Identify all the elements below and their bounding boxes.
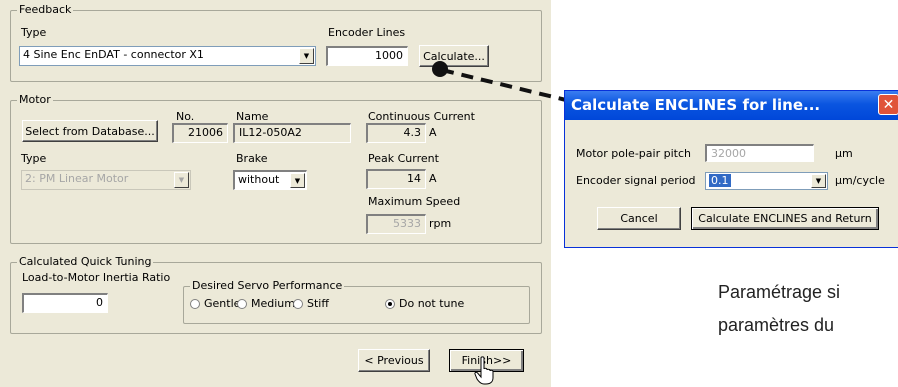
signal-period-unit: µm/cycle	[835, 174, 885, 187]
signal-period-label: Encoder signal period	[576, 174, 696, 187]
cancel-button[interactable]: Cancel	[597, 207, 681, 230]
callout-dashed-line	[441, 68, 567, 102]
pole-pitch-field: 32000	[705, 144, 814, 162]
pole-pitch-label: Motor pole-pair pitch	[576, 147, 691, 160]
caption-line-1: Paramétrage si	[718, 282, 841, 302]
close-icon[interactable]: ✕	[878, 94, 898, 115]
pole-pitch-unit: µm	[835, 147, 853, 160]
popup-title: Calculate ENCLINES for line...	[571, 96, 821, 114]
signal-period-value: 0.1	[709, 174, 731, 187]
chevron-down-icon[interactable]: ▼	[811, 174, 826, 188]
calculate-enclines-dialog: Calculate ENCLINES for line... ✕ Motor p…	[564, 90, 898, 248]
signal-period-select[interactable]: 0.1 ▼	[705, 172, 828, 190]
popup-title-bar: Calculate ENCLINES for line...	[565, 91, 898, 120]
calculate-enclines-return-button[interactable]: Calculate ENCLINES and Return	[691, 207, 879, 230]
caption-line-2: paramètres du	[718, 315, 835, 335]
